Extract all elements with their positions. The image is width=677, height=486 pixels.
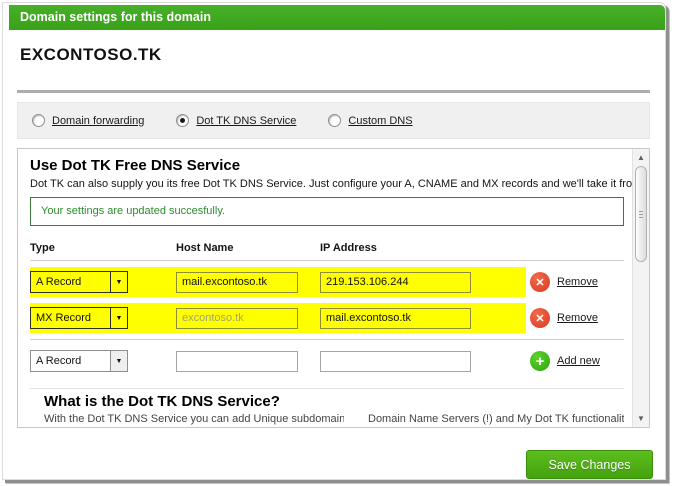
table-header-row: Type Host Name IP Address (30, 240, 624, 256)
column-header-ip: IP Address (320, 242, 526, 254)
table-row: A Record ▼ ✕ Remove (30, 267, 624, 297)
tab-domain-forwarding[interactable]: Domain forwarding (32, 114, 144, 127)
host-name-input[interactable] (176, 308, 298, 329)
ip-address-input[interactable] (320, 308, 471, 329)
divider (30, 339, 624, 340)
page-title: EXCONTOSO.TK (20, 45, 162, 65)
highlighted-row-band: A Record ▼ (30, 267, 526, 297)
add-new-link[interactable]: Add new (557, 355, 600, 367)
record-type-value[interactable]: A Record (31, 272, 110, 292)
info-clipped-text: With the Dot TK DNS Service you can add … (44, 413, 624, 426)
remove-link[interactable]: Remove (557, 276, 598, 288)
radio-checked-icon[interactable] (176, 114, 189, 127)
host-name-input[interactable] (176, 272, 298, 293)
info-section: What is the Dot TK DNS Service? With the… (30, 388, 624, 426)
tab-label[interactable]: Domain forwarding (52, 115, 144, 127)
tab-label[interactable]: Custom DNS (348, 115, 412, 127)
host-name-input[interactable] (176, 351, 298, 372)
column-header-host: Host Name (176, 242, 320, 254)
record-type-value[interactable]: A Record (31, 351, 110, 371)
remove-icon[interactable]: ✕ (530, 272, 550, 292)
scrollbar[interactable]: ▲ ▼ (632, 149, 649, 427)
dialog-title: Domain settings for this domain (9, 5, 665, 30)
section-heading: Use Dot TK Free DNS Service (30, 157, 624, 175)
radio-unchecked-icon[interactable] (328, 114, 341, 127)
section-description: Dot TK can also supply you its free Dot … (30, 177, 624, 191)
table-row: MX Record ▼ ✕ Remove (30, 303, 624, 333)
info-text-right: Domain Name Servers (!) and My Dot TK fu… (368, 413, 624, 426)
scroll-up-button[interactable]: ▲ (634, 150, 648, 165)
remove-icon[interactable]: ✕ (530, 308, 550, 328)
panel-content: Use Dot TK Free DNS Service Dot TK can a… (18, 149, 632, 427)
chevron-down-icon[interactable]: ▼ (110, 351, 127, 371)
chevron-down-icon[interactable]: ▼ (110, 272, 127, 292)
table-row: A Record ▼ + Add new (30, 346, 624, 376)
highlighted-row-band: MX Record ▼ (30, 303, 526, 333)
scroll-thumb[interactable] (635, 166, 647, 262)
ip-address-input[interactable] (320, 272, 471, 293)
add-icon[interactable]: + (530, 351, 550, 371)
info-heading: What is the Dot TK DNS Service? (44, 393, 624, 411)
scroll-down-button[interactable]: ▼ (634, 411, 648, 426)
record-type-select[interactable]: A Record ▼ (30, 271, 128, 293)
chevron-down-icon[interactable]: ▼ (110, 308, 127, 328)
tab-dottk-dns-service[interactable]: Dot TK DNS Service (176, 114, 296, 127)
column-header-type: Type (30, 242, 176, 254)
separator (17, 90, 650, 93)
save-changes-button[interactable]: Save Changes (526, 450, 653, 479)
record-type-select[interactable]: A Record ▼ (30, 350, 128, 372)
record-type-select[interactable]: MX Record ▼ (30, 307, 128, 329)
tab-custom-dns[interactable]: Custom DNS (328, 114, 412, 127)
domain-settings-dialog: Domain settings for this domain EXCONTOS… (2, 2, 666, 480)
ip-address-input[interactable] (320, 351, 471, 372)
row-band: A Record ▼ (30, 346, 526, 376)
tab-label[interactable]: Dot TK DNS Service (196, 115, 296, 127)
dns-settings-panel: Use Dot TK Free DNS Service Dot TK can a… (17, 148, 650, 428)
success-message: Your settings are updated succesfully. (30, 197, 624, 226)
remove-link[interactable]: Remove (557, 312, 598, 324)
radio-unchecked-icon[interactable] (32, 114, 45, 127)
divider (30, 260, 624, 261)
info-text-left: With the Dot TK DNS Service you can add … (44, 413, 344, 426)
dns-mode-tabbar: Domain forwarding Dot TK DNS Service Cus… (17, 102, 650, 139)
record-type-value[interactable]: MX Record (31, 308, 110, 328)
